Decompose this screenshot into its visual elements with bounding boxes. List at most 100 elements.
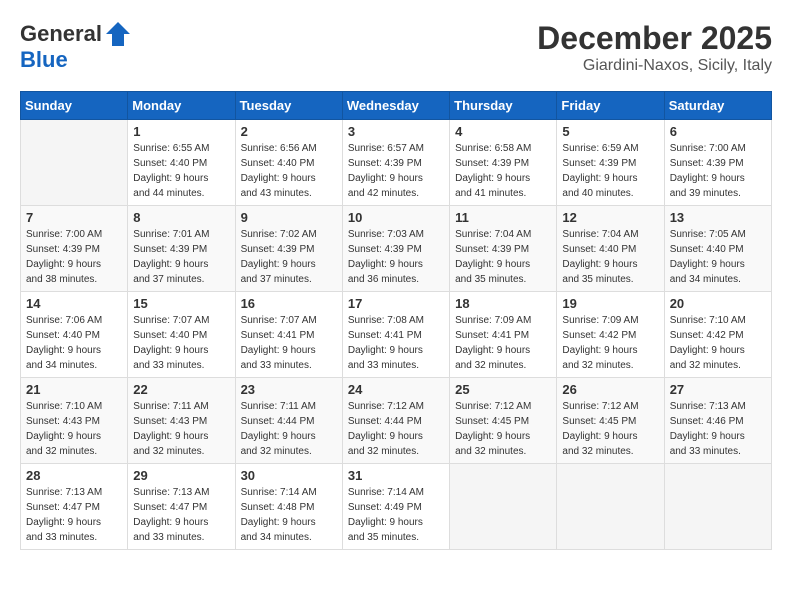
location-title: Giardini-Naxos, Sicily, Italy xyxy=(537,57,772,75)
calendar-cell: 18 Sunrise: 7:09 AM Sunset: 4:41 PM Dayli… xyxy=(450,292,557,378)
calendar-cell: 31 Sunrise: 7:14 AM Sunset: 4:49 PM Dayli… xyxy=(342,464,449,550)
day-info: Sunrise: 7:11 AM Sunset: 4:43 PM Dayligh… xyxy=(133,399,229,459)
calendar-week-1: 1Sunrise: 6:55 AM Sunset: 4:40 PM Daylig… xyxy=(21,120,772,206)
calendar-cell: 26 Sunrise: 7:12 AM Sunset: 4:45 PM Dayli… xyxy=(557,378,664,464)
calendar-cell: 17 Sunrise: 7:08 AM Sunset: 4:41 PM Dayli… xyxy=(342,292,449,378)
day-number: 8 xyxy=(133,210,229,225)
weekday-header-row: SundayMondayTuesdayWednesdayThursdayFrid… xyxy=(21,92,772,120)
calendar-cell: 8 Sunrise: 7:01 AM Sunset: 4:39 PM Daylig… xyxy=(128,206,235,292)
calendar-cell: 9 Sunrise: 7:02 AM Sunset: 4:39 PM Daylig… xyxy=(235,206,342,292)
calendar-cell: 6 Sunrise: 7:00 AM Sunset: 4:39 PM Daylig… xyxy=(664,120,771,206)
weekday-saturday: Saturday xyxy=(664,92,771,120)
day-info: Sunrise: 7:00 AM Sunset: 4:39 PM Dayligh… xyxy=(670,141,766,201)
day-info: Sunrise: 7:10 AM Sunset: 4:42 PM Dayligh… xyxy=(670,313,766,373)
day-number: 20 xyxy=(670,296,766,311)
calendar-cell: 15 Sunrise: 7:07 AM Sunset: 4:40 PM Dayli… xyxy=(128,292,235,378)
day-number: 28 xyxy=(26,468,122,483)
day-number: 15 xyxy=(133,296,229,311)
day-number: 18 xyxy=(455,296,551,311)
day-number: 3 xyxy=(348,124,444,139)
logo-general: General xyxy=(20,22,102,46)
day-info: Sunrise: 7:13 AM Sunset: 4:47 PM Dayligh… xyxy=(133,485,229,545)
day-info: Sunrise: 6:57 AM Sunset: 4:39 PM Dayligh… xyxy=(348,141,444,201)
calendar-cell: 1Sunrise: 6:55 AM Sunset: 4:40 PM Daylig… xyxy=(128,120,235,206)
calendar-cell: 10 Sunrise: 7:03 AM Sunset: 4:39 PM Dayli… xyxy=(342,206,449,292)
page-header: General Blue December 2025 Giardini-Naxo… xyxy=(20,20,772,75)
day-number: 29 xyxy=(133,468,229,483)
weekday-thursday: Thursday xyxy=(450,92,557,120)
day-info: Sunrise: 7:09 AM Sunset: 4:41 PM Dayligh… xyxy=(455,313,551,373)
weekday-monday: Monday xyxy=(128,92,235,120)
calendar-cell: 14Sunrise: 7:06 AM Sunset: 4:40 PM Dayli… xyxy=(21,292,128,378)
calendar-cell xyxy=(450,464,557,550)
day-number: 23 xyxy=(241,382,337,397)
day-number: 19 xyxy=(562,296,658,311)
day-number: 12 xyxy=(562,210,658,225)
day-number: 16 xyxy=(241,296,337,311)
day-info: Sunrise: 7:14 AM Sunset: 4:48 PM Dayligh… xyxy=(241,485,337,545)
day-number: 21 xyxy=(26,382,122,397)
day-info: Sunrise: 7:07 AM Sunset: 4:40 PM Dayligh… xyxy=(133,313,229,373)
day-info: Sunrise: 7:11 AM Sunset: 4:44 PM Dayligh… xyxy=(241,399,337,459)
day-number: 4 xyxy=(455,124,551,139)
day-number: 24 xyxy=(348,382,444,397)
day-info: Sunrise: 7:13 AM Sunset: 4:47 PM Dayligh… xyxy=(26,485,122,545)
day-info: Sunrise: 7:08 AM Sunset: 4:41 PM Dayligh… xyxy=(348,313,444,373)
calendar-cell: 21Sunrise: 7:10 AM Sunset: 4:43 PM Dayli… xyxy=(21,378,128,464)
day-info: Sunrise: 7:14 AM Sunset: 4:49 PM Dayligh… xyxy=(348,485,444,545)
logo: General Blue xyxy=(20,20,132,72)
calendar-cell: 7 Sunrise: 7:00 AM Sunset: 4:39 PM Daylig… xyxy=(21,206,128,292)
day-info: Sunrise: 7:12 AM Sunset: 4:45 PM Dayligh… xyxy=(455,399,551,459)
calendar-cell: 16Sunrise: 7:07 AM Sunset: 4:41 PM Dayli… xyxy=(235,292,342,378)
calendar-cell: 22 Sunrise: 7:11 AM Sunset: 4:43 PM Dayli… xyxy=(128,378,235,464)
calendar-cell: 5Sunrise: 6:59 AM Sunset: 4:39 PM Daylig… xyxy=(557,120,664,206)
day-info: Sunrise: 6:56 AM Sunset: 4:40 PM Dayligh… xyxy=(241,141,337,201)
day-number: 10 xyxy=(348,210,444,225)
calendar-cell: 23 Sunrise: 7:11 AM Sunset: 4:44 PM Dayli… xyxy=(235,378,342,464)
calendar-cell xyxy=(21,120,128,206)
day-info: Sunrise: 7:12 AM Sunset: 4:45 PM Dayligh… xyxy=(562,399,658,459)
day-number: 6 xyxy=(670,124,766,139)
calendar-cell: 13 Sunrise: 7:05 AM Sunset: 4:40 PM Dayli… xyxy=(664,206,771,292)
day-number: 7 xyxy=(26,210,122,225)
day-info: Sunrise: 7:02 AM Sunset: 4:39 PM Dayligh… xyxy=(241,227,337,287)
day-info: Sunrise: 7:09 AM Sunset: 4:42 PM Dayligh… xyxy=(562,313,658,373)
calendar-cell: 25 Sunrise: 7:12 AM Sunset: 4:45 PM Dayli… xyxy=(450,378,557,464)
day-info: Sunrise: 6:55 AM Sunset: 4:40 PM Dayligh… xyxy=(133,141,229,201)
day-number: 22 xyxy=(133,382,229,397)
day-number: 17 xyxy=(348,296,444,311)
day-number: 30 xyxy=(241,468,337,483)
calendar-cell: 19 Sunrise: 7:09 AM Sunset: 4:42 PM Dayli… xyxy=(557,292,664,378)
calendar-week-5: 28 Sunrise: 7:13 AM Sunset: 4:47 PM Dayli… xyxy=(21,464,772,550)
day-info: Sunrise: 7:00 AM Sunset: 4:39 PM Dayligh… xyxy=(26,227,122,287)
day-number: 25 xyxy=(455,382,551,397)
day-number: 31 xyxy=(348,468,444,483)
day-info: Sunrise: 7:03 AM Sunset: 4:39 PM Dayligh… xyxy=(348,227,444,287)
calendar-cell xyxy=(557,464,664,550)
calendar-cell: 27Sunrise: 7:13 AM Sunset: 4:46 PM Dayli… xyxy=(664,378,771,464)
month-title: December 2025 xyxy=(537,20,772,57)
calendar-cell: 28 Sunrise: 7:13 AM Sunset: 4:47 PM Dayli… xyxy=(21,464,128,550)
day-info: Sunrise: 6:58 AM Sunset: 4:39 PM Dayligh… xyxy=(455,141,551,201)
day-info: Sunrise: 7:05 AM Sunset: 4:40 PM Dayligh… xyxy=(670,227,766,287)
day-info: Sunrise: 7:13 AM Sunset: 4:46 PM Dayligh… xyxy=(670,399,766,459)
calendar-body: 1Sunrise: 6:55 AM Sunset: 4:40 PM Daylig… xyxy=(21,120,772,550)
day-number: 13 xyxy=(670,210,766,225)
day-number: 26 xyxy=(562,382,658,397)
day-number: 9 xyxy=(241,210,337,225)
logo-blue: Blue xyxy=(20,47,68,72)
logo-icon xyxy=(104,20,132,48)
calendar-cell: 3 Sunrise: 6:57 AM Sunset: 4:39 PM Daylig… xyxy=(342,120,449,206)
weekday-sunday: Sunday xyxy=(21,92,128,120)
calendar-cell: 4 Sunrise: 6:58 AM Sunset: 4:39 PM Daylig… xyxy=(450,120,557,206)
calendar-cell: 29 Sunrise: 7:13 AM Sunset: 4:47 PM Dayli… xyxy=(128,464,235,550)
calendar-week-2: 7 Sunrise: 7:00 AM Sunset: 4:39 PM Daylig… xyxy=(21,206,772,292)
day-number: 14 xyxy=(26,296,122,311)
calendar-cell: 30 Sunrise: 7:14 AM Sunset: 4:48 PM Dayli… xyxy=(235,464,342,550)
day-info: Sunrise: 7:01 AM Sunset: 4:39 PM Dayligh… xyxy=(133,227,229,287)
title-block: December 2025 Giardini-Naxos, Sicily, It… xyxy=(537,20,772,75)
day-info: Sunrise: 7:04 AM Sunset: 4:39 PM Dayligh… xyxy=(455,227,551,287)
weekday-tuesday: Tuesday xyxy=(235,92,342,120)
day-info: Sunrise: 7:04 AM Sunset: 4:40 PM Dayligh… xyxy=(562,227,658,287)
day-info: Sunrise: 6:59 AM Sunset: 4:39 PM Dayligh… xyxy=(562,141,658,201)
